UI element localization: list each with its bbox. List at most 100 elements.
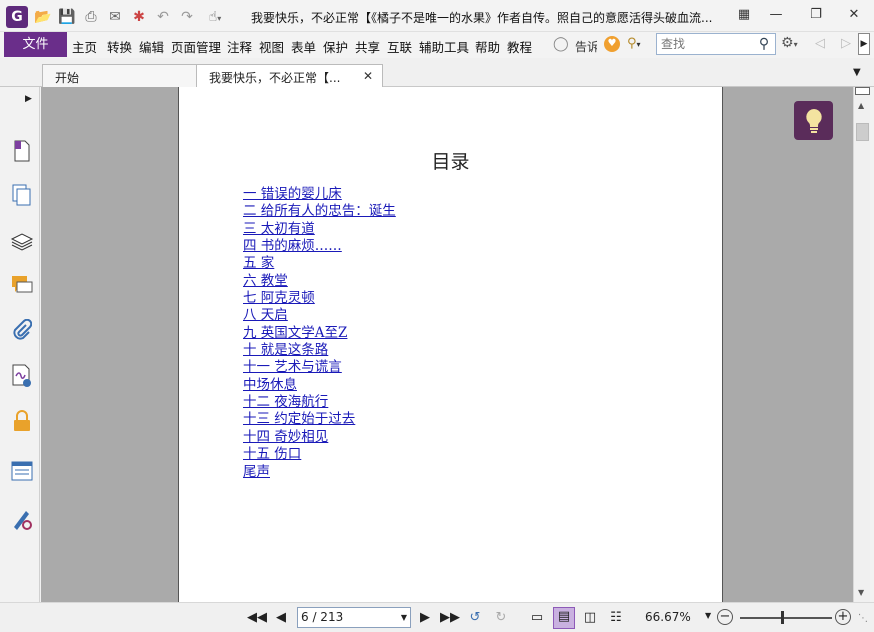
toc-link[interactable]: 十四 奇妙相见 — [243, 429, 396, 446]
menu-help[interactable]: 帮助 — [475, 37, 500, 56]
toc-link[interactable]: 四 书的麻烦…… — [243, 238, 396, 255]
app-logo-icon[interactable]: G — [6, 6, 28, 28]
toc-link[interactable]: 十一 艺术与谎言 — [243, 359, 396, 376]
menu-home[interactable]: 主页 — [72, 37, 97, 56]
resize-grip-icon[interactable]: ⋱ — [858, 613, 868, 624]
file-menu-button[interactable]: 文件 — [4, 32, 67, 57]
menu-connect[interactable]: 互联 — [387, 37, 412, 56]
toc-link[interactable]: 十二 夜海航行 — [243, 394, 396, 411]
toc-link[interactable]: 六 教堂 — [243, 273, 396, 290]
pages-icon[interactable] — [10, 183, 34, 207]
next-view-icon[interactable]: ↻ — [491, 609, 511, 627]
toc-link[interactable]: 九 英国文学A至Z — [243, 325, 396, 342]
single-page-view-icon[interactable]: ▭ — [528, 609, 546, 627]
page-indicator: 6 / 213 — [301, 610, 344, 624]
menu-tutorial[interactable]: 教程 — [507, 37, 532, 56]
page-thumbnail-icon[interactable] — [10, 139, 34, 163]
zoom-in-icon[interactable]: + — [835, 609, 851, 625]
first-page-icon[interactable]: ◀◀ — [247, 609, 267, 627]
heart-icon[interactable]: ♥ — [604, 36, 620, 52]
toc-title: 目录 — [431, 151, 470, 173]
tab-start[interactable]: 开始 — [42, 64, 197, 87]
status-bar: ◀◀ ◀ 6 / 213 ▼ ▶ ▶▶ ↺ ↻ ▭ ▤ ◫ ☷ 66.67% ▼… — [0, 602, 874, 632]
toc-link[interactable]: 三 太初有道 — [243, 221, 396, 238]
minimize-button[interactable]: — — [759, 3, 793, 27]
close-button[interactable]: ✕ — [837, 3, 871, 27]
layers-icon[interactable] — [10, 229, 34, 253]
hand-tool-icon[interactable]: ☝▾ — [204, 8, 226, 26]
previous-page-icon[interactable]: ◀ — [273, 609, 289, 627]
menu-edit[interactable]: 编辑 — [139, 37, 164, 56]
toc-link[interactable]: 中场休息 — [243, 377, 396, 394]
zoom-level[interactable]: 66.67% — [645, 610, 691, 624]
close-tab-icon[interactable]: ✕ — [363, 69, 373, 83]
save-icon[interactable]: 💾 — [58, 8, 76, 26]
certificate-pen-icon[interactable] — [10, 507, 34, 531]
zoom-out-icon[interactable]: − — [717, 609, 733, 625]
restore-button[interactable]: ❐ — [799, 3, 833, 27]
open-folder-icon[interactable]: 📂 — [34, 8, 52, 26]
new-document-icon[interactable]: ✱ — [130, 8, 148, 26]
previous-view-icon[interactable]: ↺ — [465, 609, 485, 627]
document-viewer[interactable]: 目录 一 错误的婴儿床 二 给所有人的忠告：诞生 三 太初有道 四 书的麻烦……… — [41, 87, 853, 602]
toc-link[interactable]: 十 就是这条路 — [243, 342, 396, 359]
find-options-icon[interactable]: ⚲▾ — [627, 36, 649, 54]
toc-link[interactable]: 尾声 — [243, 464, 396, 481]
page-number-select[interactable]: 6 / 213 ▼ — [297, 607, 411, 628]
comments-icon[interactable] — [10, 273, 34, 297]
scroll-thumb[interactable] — [856, 123, 869, 141]
toc-link[interactable]: 十三 约定始于过去 — [243, 411, 396, 428]
form-fields-icon[interactable] — [10, 459, 34, 483]
tell-me-label[interactable]: 告诉 — [575, 38, 597, 55]
ribbon-display-icon[interactable]: ▦ — [727, 3, 761, 27]
ribbon-left-arrow-icon[interactable]: ◁ — [815, 36, 825, 51]
menu-accessibility[interactable]: 辅助工具 — [419, 37, 469, 56]
toc-link[interactable]: 十五 伤口 — [243, 446, 396, 463]
last-page-icon[interactable]: ▶▶ — [440, 609, 460, 627]
menu-convert[interactable]: 转换 — [107, 37, 132, 56]
menu-form[interactable]: 表单 — [291, 37, 316, 56]
redo-icon[interactable]: ↷ — [178, 8, 196, 26]
next-page-icon[interactable]: ▶ — [417, 609, 433, 627]
ribbon-expand-icon[interactable]: ▶ — [858, 33, 870, 55]
facing-view-icon[interactable]: ◫ — [580, 609, 600, 627]
email-icon[interactable]: ✉ — [106, 8, 124, 26]
continuous-facing-view-icon[interactable]: ☷ — [606, 609, 626, 627]
continuous-view-icon[interactable]: ▤ — [553, 607, 575, 629]
menu-protect[interactable]: 保护 — [323, 37, 348, 56]
expand-panel-icon[interactable]: ▶ — [25, 94, 32, 104]
lightbulb-tips-icon[interactable] — [794, 101, 833, 140]
scroll-down-arrow-icon[interactable]: ▼ — [858, 588, 864, 597]
vertical-scrollbar[interactable]: ▲ ▼ — [853, 87, 870, 602]
toc-link[interactable]: 一 错误的婴儿床 — [243, 186, 396, 203]
search-icon[interactable]: ⚲ — [755, 35, 773, 53]
menu-share[interactable]: 共享 — [355, 37, 380, 56]
gear-icon[interactable]: ⚙▾ — [781, 35, 798, 51]
toc-link[interactable]: 八 天启 — [243, 307, 396, 324]
attachment-icon[interactable] — [10, 318, 34, 342]
toc-link[interactable]: 二 给所有人的忠告：诞生 — [243, 203, 396, 220]
scroll-up-arrow-icon[interactable]: ▲ — [858, 101, 864, 110]
toc-list: 一 错误的婴儿床 二 给所有人的忠告：诞生 三 太初有道 四 书的麻烦…… 五 … — [243, 186, 396, 481]
toc-link[interactable]: 五 家 — [243, 255, 396, 272]
zoom-dropdown-icon[interactable]: ▼ — [705, 611, 711, 620]
tab-list-dropdown-icon[interactable]: ▼ — [853, 67, 861, 78]
title-bar: G 📂 💾 ⎙ ✉ ✱ ↶ ↷ ☝▾ 我要快乐，不必正常【《橘子不是唯一的水果》… — [0, 0, 874, 32]
ribbon-right-arrow-icon[interactable]: ▷ — [841, 36, 851, 51]
menu-page-manage[interactable]: 页面管理 — [171, 37, 221, 56]
toc-link[interactable]: 七 阿克灵顿 — [243, 290, 396, 307]
search-input[interactable] — [657, 34, 753, 54]
zoom-slider-thumb[interactable] — [781, 611, 785, 624]
signature-icon[interactable] — [10, 364, 34, 388]
zoom-slider[interactable] — [740, 617, 832, 619]
lightbulb-icon[interactable]: ◯ — [553, 36, 569, 54]
undo-icon[interactable]: ↶ — [154, 8, 172, 26]
search-box: ⚲ — [656, 33, 776, 55]
lock-icon[interactable] — [10, 409, 34, 433]
split-view-handle[interactable] — [855, 87, 870, 95]
tab-document[interactable]: 我要快乐，不必正常【... — [196, 64, 383, 87]
menu-comment[interactable]: 注释 — [227, 37, 252, 56]
menu-view[interactable]: 视图 — [259, 37, 284, 56]
print-icon[interactable]: ⎙ — [82, 8, 100, 26]
left-navigation-panel: ▶ — [0, 87, 40, 602]
